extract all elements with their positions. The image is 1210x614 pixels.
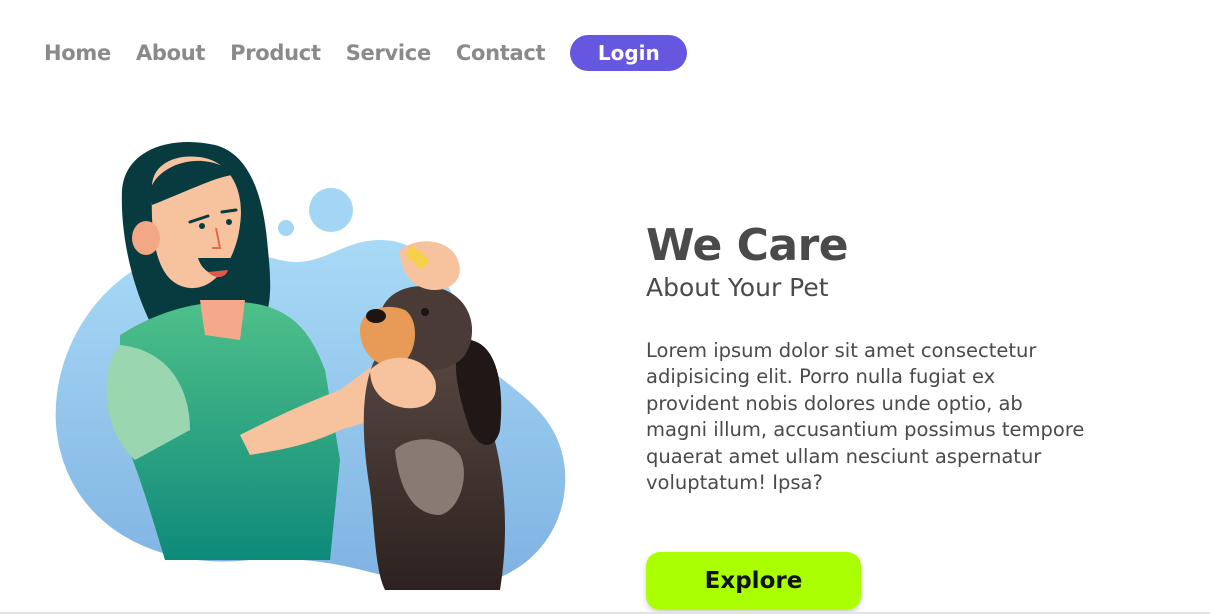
nav-link-service[interactable]: Service — [346, 41, 432, 65]
bubble-small — [278, 220, 294, 236]
neck — [200, 300, 245, 340]
hero-subtitle: About Your Pet — [646, 273, 829, 302]
eyebrow-right — [220, 208, 238, 214]
nav-link-product[interactable]: Product — [230, 41, 321, 65]
hero-section: We Care About Your Pet Lorem ipsum dolor… — [646, 220, 1116, 516]
explore-button[interactable]: Explore — [646, 552, 861, 610]
nav-link-contact[interactable]: Contact — [456, 41, 546, 65]
ear — [132, 221, 160, 255]
login-button[interactable]: Login — [570, 35, 688, 71]
dog-nose-icon — [366, 309, 386, 323]
hero-title: We Care — [646, 220, 849, 271]
main-nav: Home About Product Service Contact Login — [44, 35, 688, 71]
dog-eye — [421, 308, 429, 316]
eye-left — [199, 223, 205, 229]
hero-illustration — [40, 130, 600, 600]
nav-link-about[interactable]: About — [136, 41, 206, 65]
hero-description: Lorem ipsum dolor sit amet consectetur a… — [646, 339, 1085, 495]
bubble-large — [309, 188, 353, 232]
vet-with-dog-illustration — [55, 142, 566, 590]
nav-link-home[interactable]: Home — [44, 41, 111, 65]
eye-right — [226, 219, 232, 225]
